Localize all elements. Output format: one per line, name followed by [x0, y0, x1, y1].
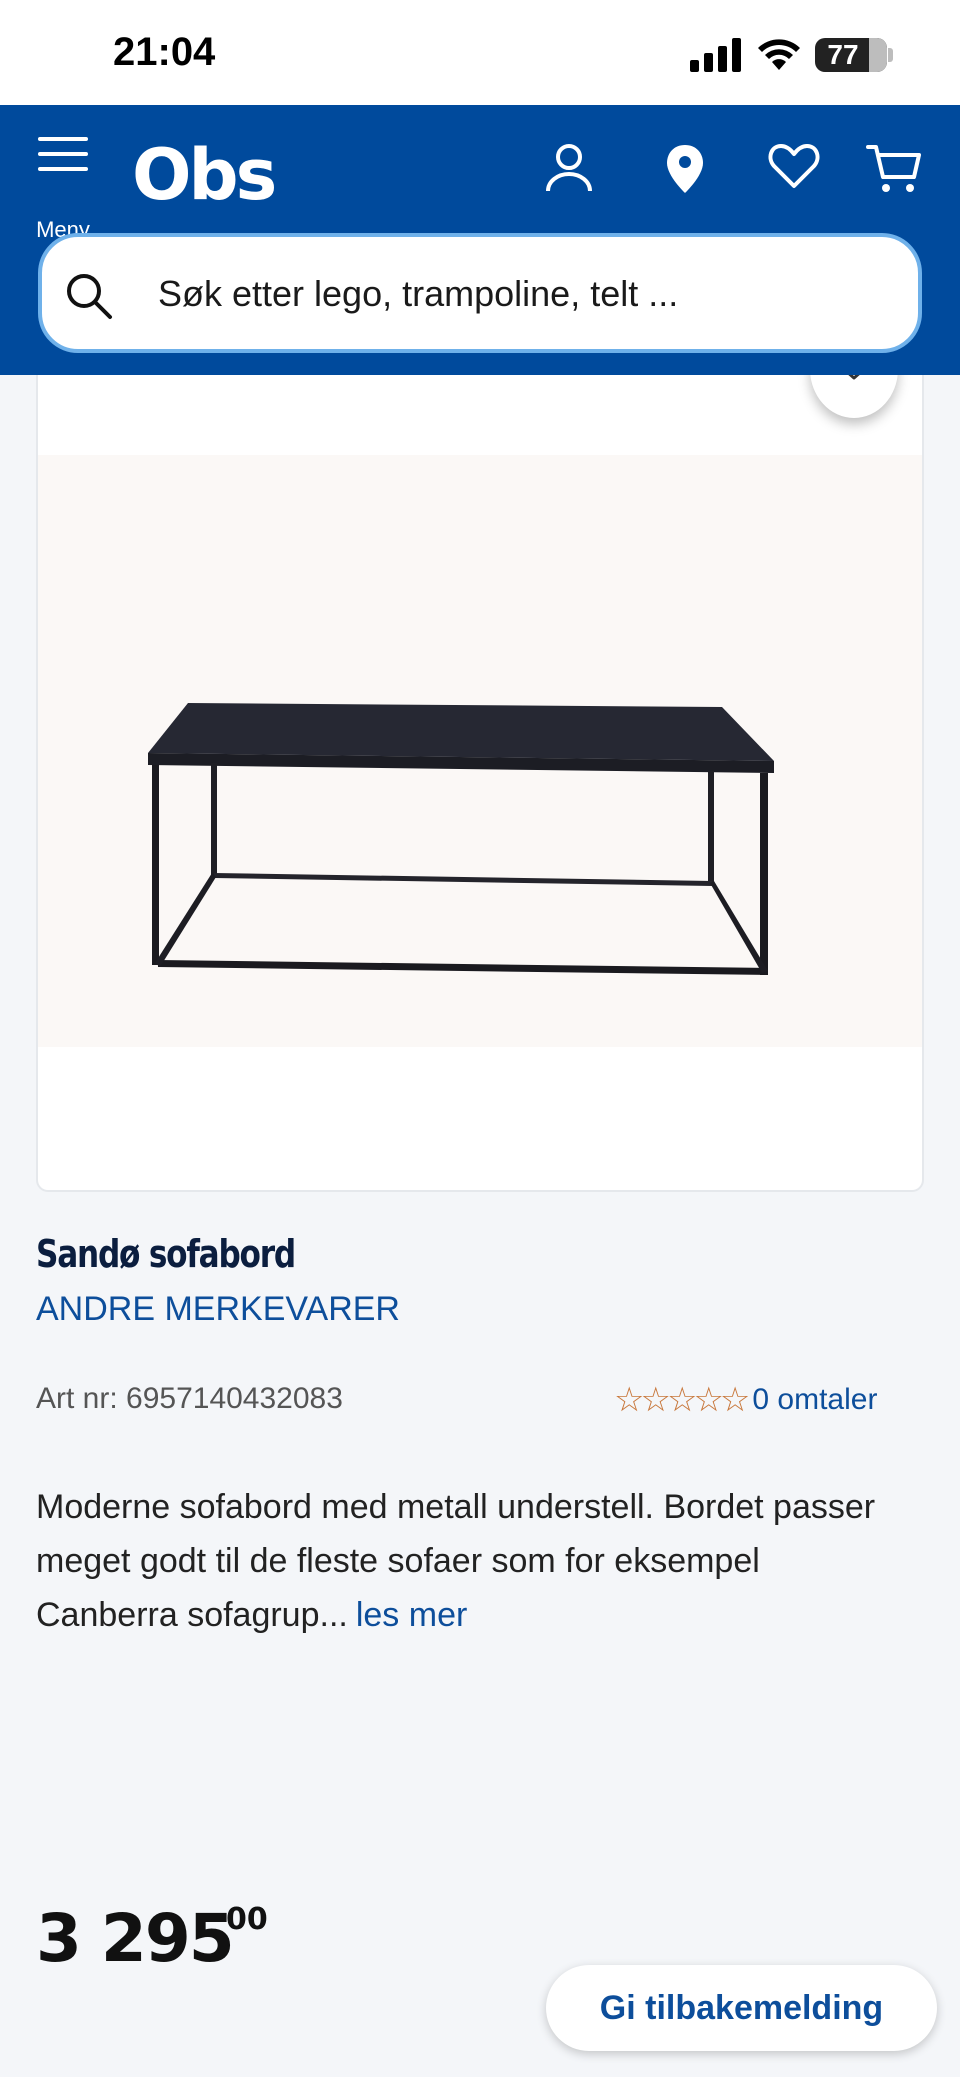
cellular-signal-icon [690, 38, 741, 72]
product-image-coffee-table [148, 703, 774, 975]
status-bar: 21:04 77 [0, 0, 960, 105]
price-main: 3 295 [36, 1900, 235, 1977]
obs-logo[interactable]: Obs [132, 135, 277, 215]
status-time: 21:04 [113, 30, 216, 74]
product-price: 3 295 00 [36, 1900, 268, 1977]
cart-icon[interactable] [866, 143, 922, 195]
product-image-card[interactable] [36, 375, 924, 1192]
store-location-icon[interactable] [665, 143, 705, 195]
search-bar[interactable]: Søk etter lego, trampoline, telt ... [38, 233, 922, 353]
site-header: Meny Obs Søk etter lego, trampoline, tel… [0, 105, 960, 375]
battery-icon: 77 [815, 38, 887, 72]
feedback-button[interactable]: Gi tilbakemelding [546, 1965, 937, 2051]
product-brand-link[interactable]: ANDRE MERKEVARER [36, 1290, 400, 1329]
reviews-link[interactable]: 0 omtaler [752, 1383, 877, 1417]
price-cents: 00 [226, 1902, 268, 1937]
read-more-link[interactable]: les mer [356, 1596, 467, 1634]
battery-level: 77 [827, 39, 859, 70]
product-rating[interactable]: ☆☆☆☆☆ 0 omtaler [614, 1380, 877, 1420]
wifi-icon [758, 39, 800, 70]
menu-button[interactable]: Meny [30, 135, 96, 242]
product-title: Sandø sofabord [36, 1232, 296, 1276]
article-number: Art nr: 6957140432083 [36, 1382, 343, 1415]
battery-tip [888, 48, 893, 62]
wishlist-heart-icon[interactable] [768, 143, 820, 189]
product-description: Moderne sofabord med metall understell. … [36, 1480, 906, 1642]
search-icon [67, 274, 112, 319]
search-placeholder: Søk etter lego, trampoline, telt ... [158, 273, 679, 314]
rating-stars: ☆☆☆☆☆ [614, 1381, 750, 1419]
account-icon[interactable] [545, 143, 593, 193]
hamburger-icon [38, 137, 88, 171]
